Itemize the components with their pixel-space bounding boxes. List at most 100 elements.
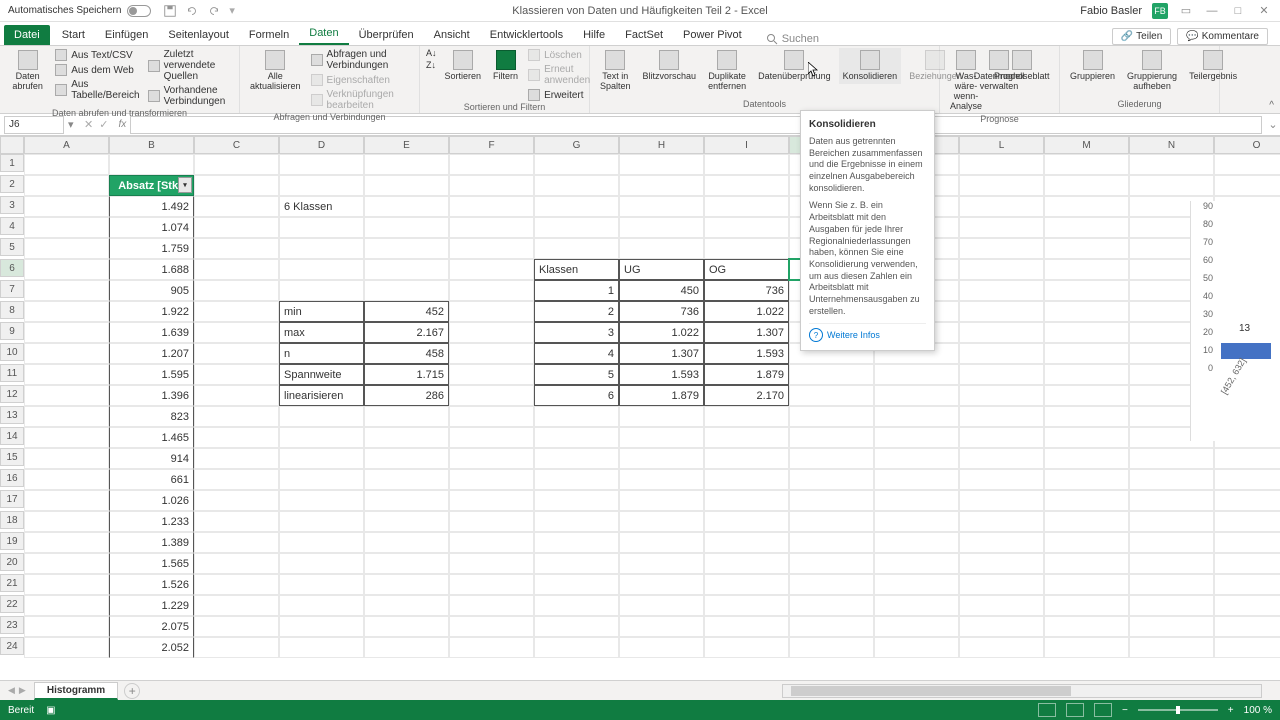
cell[interactable] [194,238,279,259]
cell[interactable] [364,154,449,175]
cell[interactable] [279,175,364,196]
cell[interactable] [959,364,1044,385]
column-header[interactable]: H [619,136,704,154]
cell[interactable] [1129,574,1214,595]
cell[interactable] [619,406,704,427]
tab-insert[interactable]: Einfügen [95,25,158,45]
cell[interactable]: 458 [364,343,449,364]
cell[interactable] [24,448,109,469]
queries-connections-button[interactable]: Abfragen und Verbindungen [309,48,413,72]
cell[interactable]: 1 [534,280,619,301]
cell[interactable] [704,196,789,217]
save-icon[interactable] [163,4,177,18]
cell[interactable] [24,406,109,427]
zoom-out-icon[interactable]: − [1122,705,1128,716]
ribbon-mode-icon[interactable]: ▭ [1178,3,1194,19]
cell[interactable] [959,595,1044,616]
cell[interactable] [874,553,959,574]
cell[interactable] [619,511,704,532]
cell[interactable] [704,553,789,574]
cell[interactable] [1044,490,1129,511]
normal-view-icon[interactable] [1038,703,1056,717]
ungroup-button[interactable]: Gruppierung aufheben [1123,48,1181,94]
from-table-button[interactable]: Aus Tabelle/Bereich [53,78,141,102]
cell[interactable]: 1.396 [109,385,194,406]
cell[interactable] [874,448,959,469]
cell[interactable] [534,196,619,217]
cell[interactable] [874,469,959,490]
cell[interactable] [959,511,1044,532]
toggle-switch[interactable] [127,5,151,17]
cell[interactable] [704,490,789,511]
cell[interactable] [279,448,364,469]
cell[interactable] [959,616,1044,637]
cell[interactable] [619,448,704,469]
cell[interactable] [1129,490,1214,511]
cell[interactable] [1214,448,1280,469]
cell[interactable] [194,154,279,175]
cell[interactable] [789,385,874,406]
cell[interactable] [279,217,364,238]
chart-histogram[interactable]: 9080706050403020100 13 [452, 632] [1190,201,1280,441]
cell[interactable] [279,511,364,532]
fx-icon[interactable]: fx [114,119,130,130]
cell[interactable] [874,427,959,448]
cell[interactable] [194,469,279,490]
cell[interactable] [194,616,279,637]
cell[interactable] [534,490,619,511]
cell[interactable] [1129,637,1214,658]
cell[interactable] [619,490,704,511]
row-header[interactable]: 6 [0,259,24,277]
cell[interactable] [1044,364,1129,385]
tab-developer[interactable]: Entwicklertools [480,25,573,45]
cell[interactable] [24,301,109,322]
cell[interactable] [1214,574,1280,595]
cell[interactable] [279,574,364,595]
cell[interactable] [959,553,1044,574]
cell[interactable]: 1.229 [109,595,194,616]
relationships-button[interactable]: Beziehungen [905,48,966,84]
cell[interactable] [1044,280,1129,301]
zoom-in-icon[interactable]: + [1228,705,1234,716]
cell[interactable]: 1.565 [109,553,194,574]
consolidate-button[interactable]: Konsolidieren [839,48,902,84]
autosave-toggle[interactable]: Automatisches Speichern [8,5,151,17]
cell[interactable] [279,238,364,259]
cell[interactable] [789,616,874,637]
column-header[interactable]: F [449,136,534,154]
cell[interactable]: 1.879 [704,364,789,385]
tab-review[interactable]: Überprüfen [349,25,424,45]
cell[interactable] [279,280,364,301]
cell[interactable] [874,364,959,385]
comments-button[interactable]: 💬 Kommentare [1177,28,1268,45]
row-header[interactable]: 22 [0,595,24,613]
cell[interactable] [449,238,534,259]
sheet-tab-histogramm[interactable]: Histogramm [34,682,118,700]
cell[interactable] [1214,553,1280,574]
remove-duplicates-button[interactable]: Duplikate entfernen [704,48,750,94]
share-button[interactable]: 🔗 Teilen [1112,28,1172,45]
cell[interactable]: min [279,301,364,322]
cell[interactable] [789,553,874,574]
tab-data[interactable]: Daten [299,23,348,45]
cell[interactable] [449,532,534,553]
row-header[interactable]: 11 [0,364,24,382]
cell[interactable] [364,616,449,637]
cell[interactable] [874,490,959,511]
cell[interactable]: 452 [364,301,449,322]
cell[interactable]: 661 [109,469,194,490]
cell[interactable] [449,217,534,238]
cell[interactable] [449,490,534,511]
row-header[interactable]: 15 [0,448,24,466]
cell[interactable] [1044,259,1129,280]
cell[interactable] [1044,511,1129,532]
cell[interactable] [1129,616,1214,637]
cell[interactable] [1044,196,1129,217]
cell[interactable]: 905 [109,280,194,301]
forecast-button[interactable]: Prognoseblatt [990,48,1054,84]
row-header[interactable]: 23 [0,616,24,634]
cell[interactable] [959,343,1044,364]
get-data-button[interactable]: Daten abrufen [6,48,49,94]
cell[interactable]: 1.922 [109,301,194,322]
cell[interactable] [789,574,874,595]
